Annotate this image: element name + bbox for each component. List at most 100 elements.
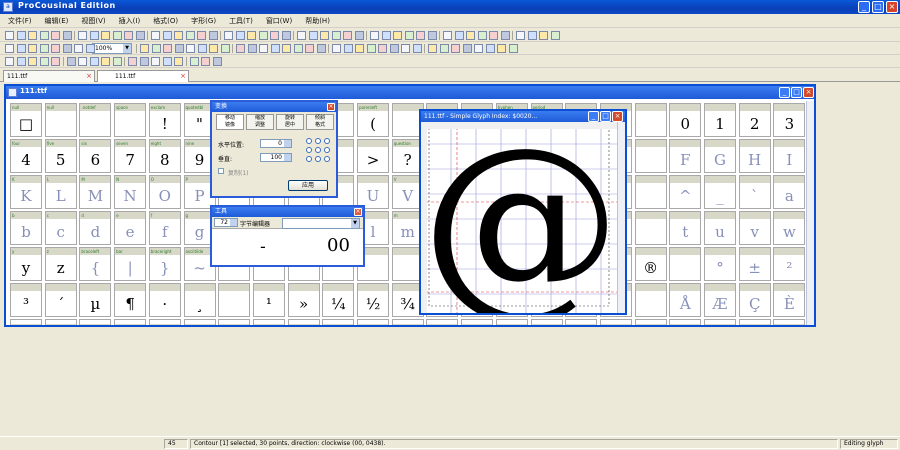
glyph-cell[interactable]: NN bbox=[114, 175, 147, 209]
copy-checkbox[interactable] bbox=[218, 168, 224, 174]
save-icon[interactable] bbox=[28, 31, 37, 40]
glyph-icon[interactable] bbox=[401, 44, 410, 53]
contour-icon[interactable] bbox=[462, 44, 472, 53]
y-position-field[interactable]: 100 bbox=[260, 153, 292, 162]
new-file-icon[interactable] bbox=[247, 31, 256, 40]
new-file-icon[interactable] bbox=[5, 31, 14, 40]
glyph-cell[interactable]: parenleft ( bbox=[357, 103, 389, 137]
glyph-cell[interactable]: Unicode bbox=[495, 319, 528, 325]
undo-icon[interactable] bbox=[140, 44, 149, 53]
glyph-cell[interactable] bbox=[634, 211, 667, 245]
spinner-arrows-icon[interactable] bbox=[284, 154, 291, 161]
glyph-cell[interactable]: Unicode bbox=[391, 319, 424, 325]
menu-item[interactable]: 字形(G) bbox=[191, 16, 216, 26]
print-icon[interactable] bbox=[297, 31, 306, 40]
spinner-arrows-icon[interactable] bbox=[284, 140, 291, 147]
grid-icon[interactable] bbox=[412, 44, 422, 53]
outline-icon[interactable] bbox=[428, 44, 437, 53]
size-field[interactable]: 72 bbox=[214, 218, 238, 227]
close-button[interactable]: × bbox=[612, 111, 623, 122]
open-icon[interactable] bbox=[16, 57, 26, 66]
undo-icon[interactable] bbox=[101, 57, 110, 66]
glyph-cell[interactable]: Unicode bbox=[114, 319, 147, 325]
undo-icon[interactable] bbox=[378, 44, 387, 53]
contour-icon[interactable] bbox=[220, 44, 230, 53]
copy-icon[interactable] bbox=[74, 44, 83, 53]
kern-icon[interactable] bbox=[454, 31, 464, 40]
kern-icon[interactable] bbox=[247, 44, 257, 53]
menu-item[interactable]: 帮助(H) bbox=[305, 16, 330, 26]
anchor-radio[interactable] bbox=[306, 147, 312, 153]
grid-icon[interactable] bbox=[139, 57, 149, 66]
metric-icon[interactable] bbox=[236, 44, 245, 53]
menu-item[interactable]: 格式(O) bbox=[153, 16, 178, 26]
glyph-cell[interactable]: zz bbox=[44, 247, 77, 281]
open-icon[interactable] bbox=[293, 44, 303, 53]
close-button[interactable]: × bbox=[803, 87, 814, 98]
fill-icon[interactable] bbox=[197, 44, 207, 53]
outline-icon[interactable] bbox=[393, 31, 402, 40]
glyph-cell[interactable]: 2 bbox=[738, 103, 771, 137]
glyph-cell[interactable]: · bbox=[148, 283, 181, 317]
glyph-cell[interactable]: È bbox=[773, 283, 806, 317]
glyph-cell[interactable]: bb bbox=[10, 211, 42, 245]
save-all-icon[interactable] bbox=[527, 31, 537, 40]
glyph-cell[interactable] bbox=[634, 139, 667, 173]
glyph-cell[interactable]: exclam! bbox=[148, 103, 181, 137]
glyph-cell[interactable]: braceleft { bbox=[79, 247, 112, 281]
undo-icon[interactable] bbox=[343, 31, 352, 40]
minimize-button[interactable]: _ bbox=[588, 111, 599, 122]
glyph-cell[interactable]: Unicode bbox=[44, 319, 77, 325]
glyph-cell[interactable]: Unicode bbox=[738, 319, 771, 325]
open-icon[interactable] bbox=[16, 31, 26, 40]
save-all-icon[interactable] bbox=[281, 31, 291, 40]
glyph-cell[interactable]: Unicode bbox=[322, 319, 355, 325]
doc-tab-1[interactable]: 111.ttf × bbox=[3, 70, 95, 82]
glyph-cell[interactable]: w bbox=[773, 211, 806, 245]
menu-item[interactable]: 文件(F) bbox=[8, 16, 32, 26]
menu-item[interactable]: 工具(T) bbox=[229, 16, 253, 26]
copy-icon[interactable] bbox=[355, 44, 364, 53]
redo-icon[interactable] bbox=[112, 57, 122, 66]
copy-icon[interactable] bbox=[78, 57, 87, 66]
glyph-cell[interactable]: KK bbox=[10, 175, 42, 209]
glyph-cell[interactable]: OO bbox=[148, 175, 181, 209]
kern-icon[interactable] bbox=[208, 31, 218, 40]
maximize-button[interactable]: □ bbox=[872, 1, 884, 13]
glyph-cell[interactable]: G bbox=[704, 139, 736, 173]
close-button[interactable]: × bbox=[886, 1, 898, 13]
paste-icon[interactable] bbox=[89, 31, 99, 40]
glyph-cell[interactable]: » bbox=[287, 283, 320, 317]
glyph-cell[interactable]: ee bbox=[114, 211, 147, 245]
spinner-arrows-icon[interactable] bbox=[230, 219, 237, 226]
print-icon[interactable] bbox=[51, 44, 60, 53]
save-icon[interactable] bbox=[28, 57, 37, 66]
glyph-cell[interactable]: a bbox=[773, 175, 806, 209]
preview-icon[interactable] bbox=[270, 44, 280, 53]
hint-icon[interactable] bbox=[497, 44, 506, 53]
glyph-cell[interactable]: > bbox=[357, 139, 389, 173]
anchor-radio[interactable] bbox=[306, 156, 312, 162]
glyph-cell[interactable]: Unicode bbox=[148, 319, 181, 325]
menu-item[interactable]: 视图(V) bbox=[81, 16, 105, 26]
glyph-cell[interactable]: u bbox=[704, 211, 736, 245]
open-icon[interactable] bbox=[258, 31, 268, 40]
glyph-cell[interactable] bbox=[634, 283, 667, 317]
glyph-cell[interactable]: ° bbox=[704, 247, 736, 281]
cut-icon[interactable] bbox=[343, 44, 353, 53]
vertical-scrollbar[interactable] bbox=[617, 122, 625, 313]
save-all-icon[interactable] bbox=[316, 44, 326, 53]
glyph-cell[interactable] bbox=[218, 283, 251, 317]
copy-icon[interactable] bbox=[320, 31, 329, 40]
grid-icon[interactable] bbox=[174, 44, 184, 53]
glyph-cell[interactable]: Unicode bbox=[461, 319, 494, 325]
grid-icon[interactable] bbox=[381, 31, 391, 40]
glyph-cell[interactable]: ² bbox=[773, 247, 806, 281]
glyph-cell[interactable] bbox=[634, 103, 667, 137]
apply-button[interactable]: 应用 bbox=[288, 180, 328, 191]
anchor-radio[interactable] bbox=[315, 138, 321, 144]
glyph-cell[interactable]: seven 7 bbox=[114, 139, 147, 173]
grid-icon[interactable] bbox=[135, 31, 145, 40]
node-icon[interactable] bbox=[451, 44, 460, 53]
glyph-cell[interactable]: Unicode bbox=[252, 319, 285, 325]
